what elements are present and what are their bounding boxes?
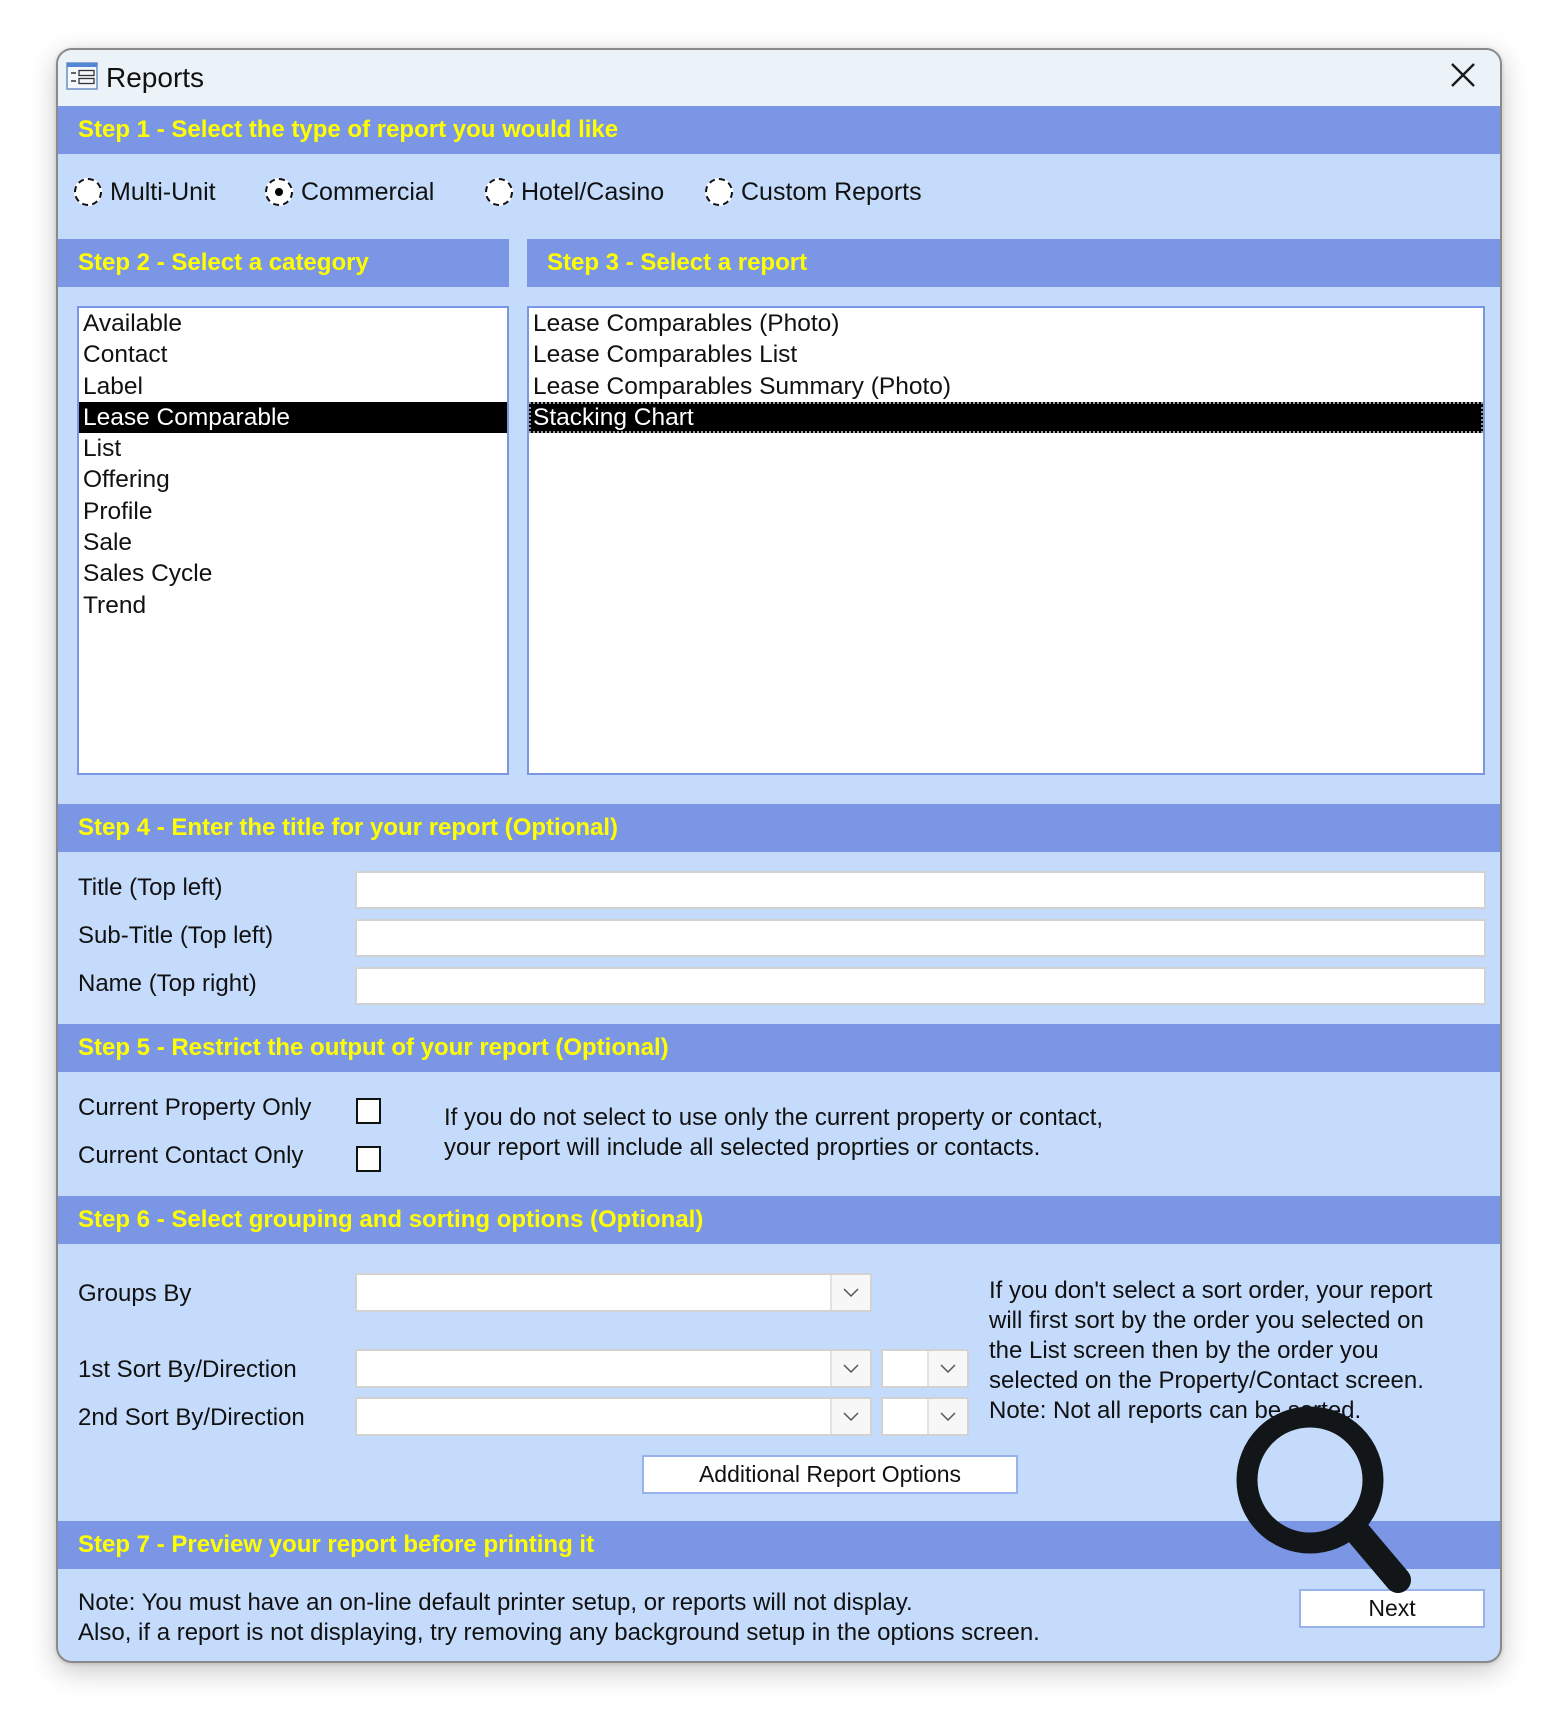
chevron-down-icon <box>843 1287 859 1297</box>
sort1-field-dropdown[interactable] <box>355 1349 872 1388</box>
restrict-info-text: If you do not select to use only the cur… <box>444 1103 1103 1163</box>
step7-header: Step 7 - Preview your report before prin… <box>58 1521 1500 1569</box>
dropdown-button[interactable] <box>830 1275 870 1310</box>
current-contact-label: Current Contact Only <box>78 1142 304 1169</box>
radio-button[interactable] <box>74 178 102 206</box>
dropdown-button[interactable] <box>927 1399 967 1434</box>
category-item-available[interactable]: Available <box>79 308 507 339</box>
category-item-lease-comparable[interactable]: Lease Comparable <box>79 401 507 434</box>
category-item-profile[interactable]: Profile <box>79 496 507 527</box>
step2-header: Step 2 - Select a category <box>58 239 509 287</box>
form-window-icon <box>66 62 98 90</box>
groups-by-label: Groups By <box>78 1280 192 1307</box>
category-item-trend[interactable]: Trend <box>79 590 507 621</box>
radio-label: Multi-Unit <box>110 177 216 206</box>
sort1-label: 1st Sort By/Direction <box>78 1356 297 1383</box>
chevron-down-icon <box>843 1411 859 1421</box>
step3-header: Step 3 - Select a report <box>527 239 1500 287</box>
radio-custom-reports[interactable]: Custom Reports <box>705 176 922 208</box>
report-item-lease-comparables-summary-photo[interactable]: Lease Comparables Summary (Photo) <box>529 371 1483 402</box>
radio-label: Custom Reports <box>741 177 922 206</box>
info-line: If you do not select to use only the cur… <box>444 1104 1104 1131</box>
radio-label: Commercial <box>301 177 435 206</box>
info-line: If you don't select a sort order, your r… <box>989 1277 1433 1304</box>
radio-commercial[interactable]: Commercial <box>265 176 434 208</box>
chevron-down-icon <box>940 1411 956 1421</box>
info-line: the List screen then by the order you <box>989 1337 1379 1364</box>
radio-label: Hotel/Casino <box>521 177 665 206</box>
name-label: Name (Top right) <box>78 970 257 997</box>
step6-header: Step 6 - Select grouping and sorting opt… <box>58 1196 1500 1244</box>
note-line: Also, if a report is not displaying, try… <box>78 1619 1040 1646</box>
report-item-lease-comparables-photo[interactable]: Lease Comparables (Photo) <box>529 308 1483 339</box>
groups-by-dropdown[interactable] <box>355 1273 872 1312</box>
info-line: will first sort by the order you selecte… <box>989 1307 1424 1334</box>
note-line: Note: You must have an on-line default p… <box>78 1589 913 1616</box>
sort1-direction-dropdown[interactable] <box>881 1349 969 1388</box>
category-item-label[interactable]: Label <box>79 371 507 402</box>
additional-report-options-button[interactable]: Additional Report Options <box>642 1455 1018 1494</box>
current-property-label: Current Property Only <box>78 1094 312 1121</box>
dropdown-button[interactable] <box>927 1351 967 1386</box>
info-line: Note: Not all reports can be sorted. <box>989 1397 1362 1424</box>
sort2-label: 2nd Sort By/Direction <box>78 1404 305 1431</box>
category-item-offering[interactable]: Offering <box>79 464 507 495</box>
sort2-field-dropdown[interactable] <box>355 1397 872 1436</box>
close-icon <box>1450 62 1476 93</box>
radio-hotel-casino[interactable]: Hotel/Casino <box>485 176 664 208</box>
title-bar: Reports <box>58 50 1500 106</box>
radio-button[interactable] <box>705 178 733 206</box>
radio-button[interactable] <box>485 178 513 206</box>
dropdown-button[interactable] <box>830 1399 870 1434</box>
report-listbox[interactable]: Lease Comparables (Photo) Lease Comparab… <box>527 306 1485 775</box>
info-line: your report will include all selected pr… <box>444 1134 1041 1161</box>
step5-header: Step 5 - Restrict the output of your rep… <box>58 1024 1500 1072</box>
subtitle-input[interactable] <box>355 919 1486 957</box>
report-item-lease-comparables-list[interactable]: Lease Comparables List <box>529 339 1483 370</box>
title-input[interactable] <box>355 871 1486 909</box>
reports-dialog: Reports Step 1 - Select the type of repo… <box>56 48 1502 1663</box>
preview-note-text: Note: You must have an on-line default p… <box>78 1588 1040 1648</box>
chevron-down-icon <box>843 1363 859 1373</box>
step1-header: Step 1 - Select the type of report you w… <box>58 106 1500 154</box>
category-listbox[interactable]: Available Contact Label Lease Comparable… <box>77 306 509 775</box>
category-item-sales-cycle[interactable]: Sales Cycle <box>79 558 507 589</box>
window-title: Reports <box>106 62 205 93</box>
report-item-stacking-chart[interactable]: Stacking Chart <box>529 401 1483 434</box>
category-item-list[interactable]: List <box>79 433 507 464</box>
sort2-direction-dropdown[interactable] <box>881 1397 969 1436</box>
category-item-sale[interactable]: Sale <box>79 527 507 558</box>
title-label: Title (Top left) <box>78 874 223 901</box>
current-contact-checkbox[interactable] <box>356 1146 381 1172</box>
subtitle-label: Sub-Title (Top left) <box>78 922 274 949</box>
name-input[interactable] <box>355 967 1486 1005</box>
step4-header: Step 4 - Enter the title for your report… <box>58 804 1500 852</box>
radio-multi-unit[interactable]: Multi-Unit <box>74 176 216 208</box>
info-line: selected on the Property/Contact screen. <box>989 1367 1424 1394</box>
next-button[interactable]: Next <box>1299 1589 1485 1628</box>
close-button[interactable] <box>1440 56 1486 98</box>
current-property-checkbox[interactable] <box>356 1098 381 1124</box>
sort-info-text: If you don't select a sort order, your r… <box>989 1276 1432 1426</box>
chevron-down-icon <box>940 1363 956 1373</box>
dropdown-button[interactable] <box>830 1351 870 1386</box>
radio-button-checked[interactable] <box>265 178 293 206</box>
category-item-contact[interactable]: Contact <box>79 339 507 370</box>
